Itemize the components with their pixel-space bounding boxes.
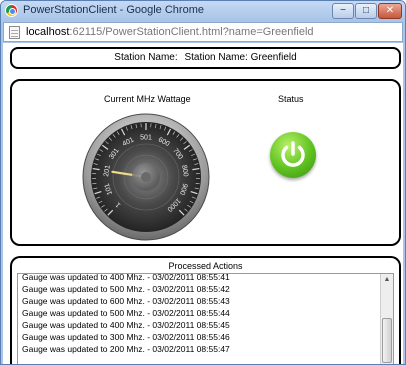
gauge-tick-label: 501	[140, 135, 152, 142]
minimize-button[interactable]: −	[332, 3, 354, 19]
power-status-button[interactable]	[270, 132, 316, 178]
gauge-title: Current MHz Wattage	[104, 94, 191, 104]
close-button[interactable]: ✕	[378, 3, 402, 19]
main-panel: Current MHz Wattage Status 1 101 201 301…	[10, 79, 401, 246]
list-item: Gauge was updated to 600 Mhz. - 03/02/20…	[22, 296, 230, 306]
processed-actions-panel: Processed Actions Gauge was updated to 4…	[10, 256, 401, 364]
station-name-label: Station Name:	[114, 52, 178, 63]
list-item: Gauge was updated to 300 Mhz. - 03/02/20…	[22, 332, 230, 342]
chrome-icon	[5, 4, 18, 17]
page-content: Station Name: Station Name: Greenfield C…	[3, 43, 403, 364]
actions-scrollbar[interactable]: ▲	[380, 274, 393, 364]
status-title: Status	[278, 94, 304, 104]
wattage-gauge: 1101201301401 501 6007008009001000	[82, 113, 210, 241]
power-icon	[281, 141, 305, 167]
actions-title: Processed Actions	[168, 261, 243, 271]
list-item: Gauge was updated to 200 Mhz. - 03/02/20…	[22, 344, 230, 354]
list-item: Gauge was updated to 500 Mhz. - 03/02/20…	[22, 284, 230, 294]
list-item: Gauge was updated to 500 Mhz. - 03/02/20…	[22, 308, 230, 318]
gauge-hub-center	[141, 172, 151, 182]
scroll-thumb[interactable]	[382, 318, 392, 363]
page-icon	[9, 26, 20, 39]
address-bar[interactable]: localhost:62115/PowerStationClient.html?…	[3, 22, 403, 42]
list-item: Gauge was updated to 400 Mhz. - 03/02/20…	[22, 320, 230, 330]
actions-list[interactable]: Gauge was updated to 400 Mhz. - 03/02/20…	[17, 273, 394, 364]
list-item: Gauge was updated to 400 Mhz. - 03/02/20…	[22, 273, 230, 282]
scroll-up-arrow[interactable]: ▲	[381, 274, 393, 286]
station-name-value: Station Name: Greenfield	[184, 52, 297, 63]
url-path: :62115/PowerStationClient.html?name=Gree…	[69, 26, 314, 38]
url-text[interactable]: localhost:62115/PowerStationClient.html?…	[26, 26, 314, 38]
url-host: localhost	[26, 26, 70, 38]
window-title: PowerStationClient - Google Chrome	[23, 4, 204, 16]
station-name-panel: Station Name: Station Name: Greenfield	[10, 47, 401, 69]
title-bar[interactable]: PowerStationClient - Google Chrome − □ ✕	[1, 1, 405, 21]
browser-window: PowerStationClient - Google Chrome − □ ✕…	[0, 0, 406, 365]
maximize-button[interactable]: □	[355, 3, 377, 19]
